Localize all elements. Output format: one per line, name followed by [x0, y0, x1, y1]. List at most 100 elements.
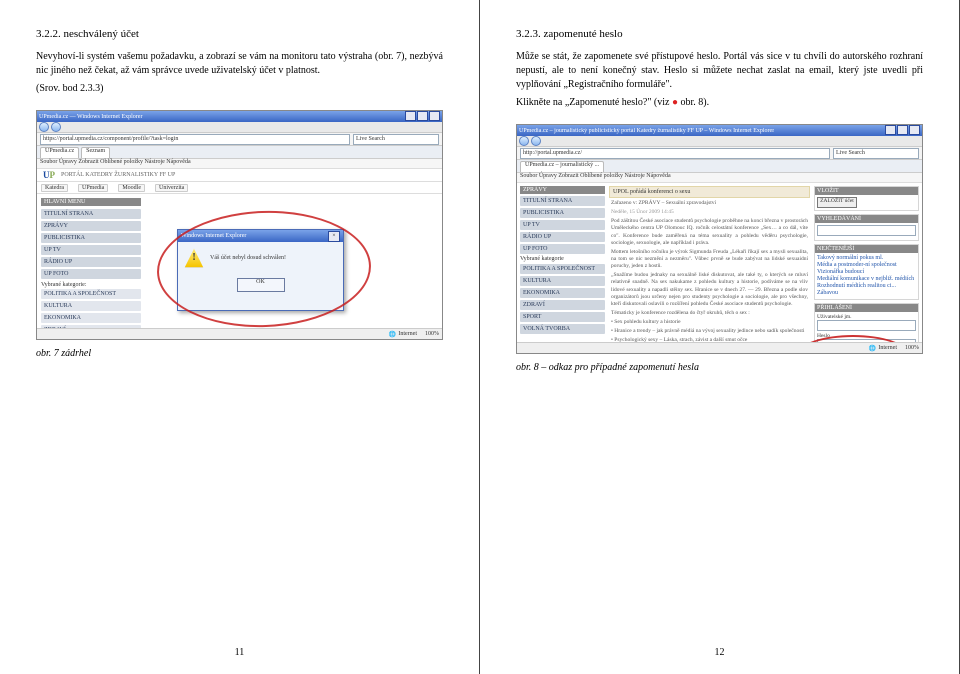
list-item[interactable]: ZDRAVÍ: [520, 300, 605, 310]
list-item[interactable]: Takový normální pokus ml.: [817, 255, 916, 261]
ie-nav-buttons[interactable]: [517, 136, 922, 147]
forward-icon[interactable]: [531, 136, 541, 146]
article-title: UPOL pořádá konferenci o sexu: [609, 186, 810, 198]
ie-address-bar: http://portal.upmedia.cz/ Live Search: [517, 147, 922, 160]
create-account-button[interactable]: ZALOŽIT účet: [817, 197, 857, 208]
portal-subtitle: PORTÁL KATEDRY ŽURNALISTIKY FF UP: [61, 172, 175, 178]
menu-heading: HLAVNÍ MENU: [41, 198, 141, 206]
panel-search-input[interactable]: [817, 225, 916, 236]
section-title-right: 3.2.3. zapomenuté heslo: [516, 28, 923, 40]
figure-right: UPmedia.cz – journalistický publicistick…: [516, 124, 923, 354]
article-body: Tématicky je konference rozdělena do čty…: [609, 310, 810, 317]
list-item[interactable]: Vizionářka budoucí: [817, 269, 916, 275]
url-input[interactable]: http://portal.upmedia.cz/: [520, 148, 830, 159]
section-title-left: 3.2.2. neschválený účet: [36, 28, 443, 40]
status-zoom: 100%: [905, 345, 919, 351]
back-icon[interactable]: [39, 122, 49, 132]
list-item[interactable]: Média a postmoder-ní společnost: [817, 262, 916, 268]
menu-sub-item[interactable]: ZDRAVÍ: [41, 325, 141, 328]
list-item[interactable]: UP FOTO: [520, 244, 605, 254]
ie-statusbar: 🌐 Internet 100%: [37, 328, 442, 339]
tab-1[interactable]: UPmedia.cz: [40, 147, 79, 158]
para-right-1: Může se stát, že zapomenete své přístupo…: [516, 50, 923, 92]
dialog-titlebar: Windows Internet Explorer ×: [178, 230, 343, 242]
ie-content: UP PORTÁL KATEDRY ŽURNALISTIKY FF UP Kat…: [37, 169, 442, 328]
password-input[interactable]: [817, 339, 916, 342]
page-right: 3.2.3. zapomenuté heslo Může se stát, že…: [480, 0, 960, 674]
zone-icon: 🌐: [869, 345, 876, 352]
article-body: „Snažíme budou jednaky na sexuálně liské…: [609, 272, 810, 308]
menu-item[interactable]: ZPRÁVY: [41, 221, 141, 231]
list-item[interactable]: EKONOMIKA: [520, 288, 605, 298]
figure-caption-right: obr. 8 – odkaz pro případné zapomenutí h…: [516, 362, 923, 373]
panel-vlozit: VLOŽIT ZALOŽIT účet: [814, 186, 919, 211]
ie-window-title: UPmedia.cz — Windows Internet Explorer: [39, 114, 142, 120]
search-input[interactable]: Live Search: [833, 148, 919, 159]
list-item[interactable]: Rozhodnutí médiích realitou ci...: [817, 283, 916, 289]
portal-left-menu: HLAVNÍ MENU TITULNÍ STRANA ZPRÁVY PUBLIC…: [41, 198, 141, 328]
menu-item[interactable]: TITULNÍ STRANA: [41, 209, 141, 219]
menu-item[interactable]: UP FOTO: [41, 269, 141, 279]
para-left-1: Nevyhoví-li systém vašemu požadavku, a z…: [36, 50, 443, 78]
window-buttons[interactable]: [884, 125, 920, 137]
warning-icon: [184, 248, 204, 268]
back-icon[interactable]: [519, 136, 529, 146]
window-buttons[interactable]: [404, 111, 440, 123]
list-item[interactable]: UP TV: [520, 220, 605, 230]
ie-tabs: UPmedia.cz Seznam: [37, 146, 442, 159]
page-number-left: 11: [0, 647, 479, 658]
portal-header: UP PORTÁL KATEDRY ŽURNALISTIKY FF UP: [37, 169, 442, 182]
article-bullet: • Psychologický sexy – Láska, strach, zá…: [609, 337, 810, 342]
username-input[interactable]: [817, 320, 916, 331]
tab-1[interactable]: UPmedia.cz – journalistický ...: [520, 161, 604, 172]
list-item[interactable]: TITULNÍ STRANA: [520, 196, 605, 206]
forward-icon[interactable]: [51, 122, 61, 132]
article-body: Pod záštitou České asociace studentů psy…: [609, 218, 810, 247]
ie-menubar[interactable]: Soubor Úpravy Zobrazit Oblíbené položky …: [37, 159, 442, 169]
tab-2[interactable]: Seznam: [81, 147, 110, 158]
list-item[interactable]: KULTURA: [520, 276, 605, 286]
ie-nav-buttons[interactable]: [37, 122, 442, 133]
ie-statusbar: 🌐 Internet 100%: [517, 342, 922, 353]
list-item[interactable]: PUBLICISTIKA: [520, 208, 605, 218]
right-column: VLOŽIT ZALOŽIT účet VYHLEDÁVÁNÍ NEJČTENĚ…: [814, 186, 919, 342]
article-column: UPOL pořádá konferenci o sexu Zařazeno v…: [609, 186, 810, 342]
status-zoom: 100%: [425, 331, 439, 337]
panel-search: VYHLEDÁVÁNÍ: [814, 214, 919, 241]
menu-sub-item[interactable]: KULTURA: [41, 301, 141, 311]
menu-sub-item[interactable]: EKONOMIKA: [41, 313, 141, 323]
page-number-right: 12: [480, 647, 959, 658]
ok-button[interactable]: OK: [237, 278, 285, 292]
list-subhead: Vybrané kategorie: [520, 256, 605, 262]
url-input[interactable]: https://portal.upmedia.cz/component/prof…: [40, 134, 350, 145]
menu-item[interactable]: UP TV: [41, 245, 141, 255]
ie-tabs: UPmedia.cz – journalistický ...: [517, 160, 922, 173]
ie-content: ZPRÁVY TITULNÍ STRANA PUBLICISTIKA UP TV…: [517, 183, 922, 342]
menu-item[interactable]: PUBLICISTIKA: [41, 233, 141, 243]
list-item[interactable]: Zábavou: [817, 290, 916, 296]
ie-address-bar: https://portal.upmedia.cz/component/prof…: [37, 133, 442, 146]
menu-sub-heading: Vybrané kategorie:: [41, 282, 141, 288]
figure-caption-left: obr. 7 zádrhel: [36, 348, 443, 359]
portal-nav[interactable]: Katedra UPmedia Moodle Univerzita: [37, 182, 442, 194]
figure-left: UPmedia.cz — Windows Internet Explorer h…: [36, 110, 443, 340]
list-item[interactable]: POLITIKA A SPOLEČNOST: [520, 264, 605, 274]
close-icon[interactable]: ×: [328, 231, 340, 242]
list-item[interactable]: RÁDIO UP: [520, 232, 605, 242]
menu-item[interactable]: RÁDIO UP: [41, 257, 141, 267]
ie-titlebar: UPmedia.cz — Windows Internet Explorer: [37, 111, 442, 122]
search-input[interactable]: Live Search: [353, 134, 439, 145]
logo: UP: [43, 170, 55, 180]
left-head: ZPRÁVY: [520, 186, 605, 194]
menu-sub-item[interactable]: POLITIKA A SPOLEČNOST: [41, 289, 141, 299]
list-item[interactable]: SPORT: [520, 312, 605, 322]
article-date: Neděle, 15 Únor 2009 14:45: [609, 209, 810, 216]
list-item[interactable]: Mediální komunikace v nejbliž. médiích: [817, 276, 916, 282]
list-item[interactable]: VOLNÁ TVORBA: [520, 324, 605, 334]
dialog-message: Váš účet nebyl dosud schválen!: [210, 255, 286, 261]
ie-menubar[interactable]: Soubor Úpravy Zobrazit Oblíbené položky …: [517, 173, 922, 183]
error-dialog: Windows Internet Explorer × Váš účet neb…: [177, 229, 344, 311]
article-meta: Zařazeno v: ZPRÁVY – Sexuální zpravodajs…: [609, 200, 810, 207]
para-right-2: Klikněte na „Zapomenuté heslo?" (viz ● o…: [516, 96, 923, 110]
para-left-2: (Srov. bod 2.3.3): [36, 82, 443, 96]
